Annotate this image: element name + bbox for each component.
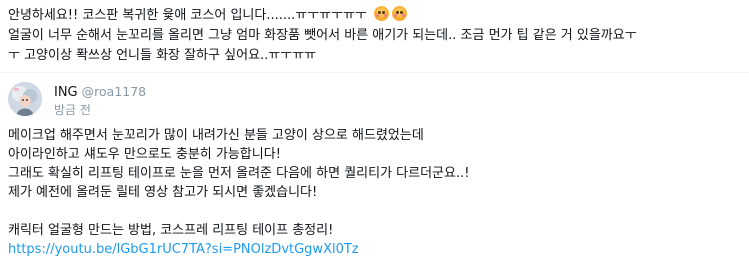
user-handle[interactable]: @roa1178 <box>82 84 146 100</box>
question-line: 얼굴이 너무 순해서 눈꼬리를 올리면 그냥 엄마 화장품 뺏어서 바른 애기가… <box>8 28 637 43</box>
divider <box>0 72 749 73</box>
pleading-face-icon <box>392 6 408 21</box>
reply-line: 아이라인하고 섀도우 만으로도 충분히 가능합니다! <box>8 147 281 162</box>
question-line-text: 안녕하세요!! 코스판 복귀한 윷애 코스어 입니다.......ㅠㅜㅠㅜㅠㅜ <box>8 8 368 23</box>
user-line: ING @roa1178 <box>54 84 146 101</box>
line-spacer <box>8 202 743 221</box>
timestamp: 방금 전 <box>54 103 91 117</box>
reply-line: 그래도 확실히 리프팅 테이프로 눈을 먼저 올려준 다음에 하면 퀄리티가 다… <box>8 166 470 181</box>
user-meta: ING @roa1178 방금 전 <box>54 82 146 118</box>
question-line: ㅜ 고양이상 퐉쓰상 언니들 화장 잘하구 싶어요..ㅠㅜㅠㅠ <box>8 48 317 63</box>
pleading-face-icon <box>374 6 390 21</box>
question-text: 안녕하세요!! 코스판 복귀한 윷애 코스어 입니다.......ㅠㅜㅠㅜㅠㅜ … <box>8 6 743 66</box>
avatar[interactable] <box>8 82 42 116</box>
display-name[interactable]: ING <box>54 85 78 101</box>
page: { "question": { "lines": [ "안녕하세요!! 코스판 … <box>0 0 749 263</box>
reply-line: 메이크업 해주면서 눈꼬리가 많이 내려가신 분들 고양이 상으로 해드렸었는데 <box>8 128 424 143</box>
video-title: 캐릭터 얼굴형 만드는 방법, 코스프레 리프팅 테이프 총정리! <box>8 223 334 238</box>
avatar-image <box>8 82 42 116</box>
question-line: 안녕하세요!! 코스판 복귀한 윷애 코스어 입니다.......ㅠㅜㅠㅜㅠㅜ <box>8 6 743 26</box>
reply-line: 제가 예전에 올려둔 릴테 영상 참고가 되시면 좋겠습니다! <box>8 185 318 200</box>
video-link[interactable]: https://youtu.be/lGbG1rUC7TA?si=PNOlzDvt… <box>8 240 743 259</box>
reply-body: 메이크업 해주면서 눈꼬리가 많이 내려가신 분들 고양이 상으로 해드렸었는데… <box>8 126 743 259</box>
reply-header: ING @roa1178 방금 전 <box>8 82 146 122</box>
